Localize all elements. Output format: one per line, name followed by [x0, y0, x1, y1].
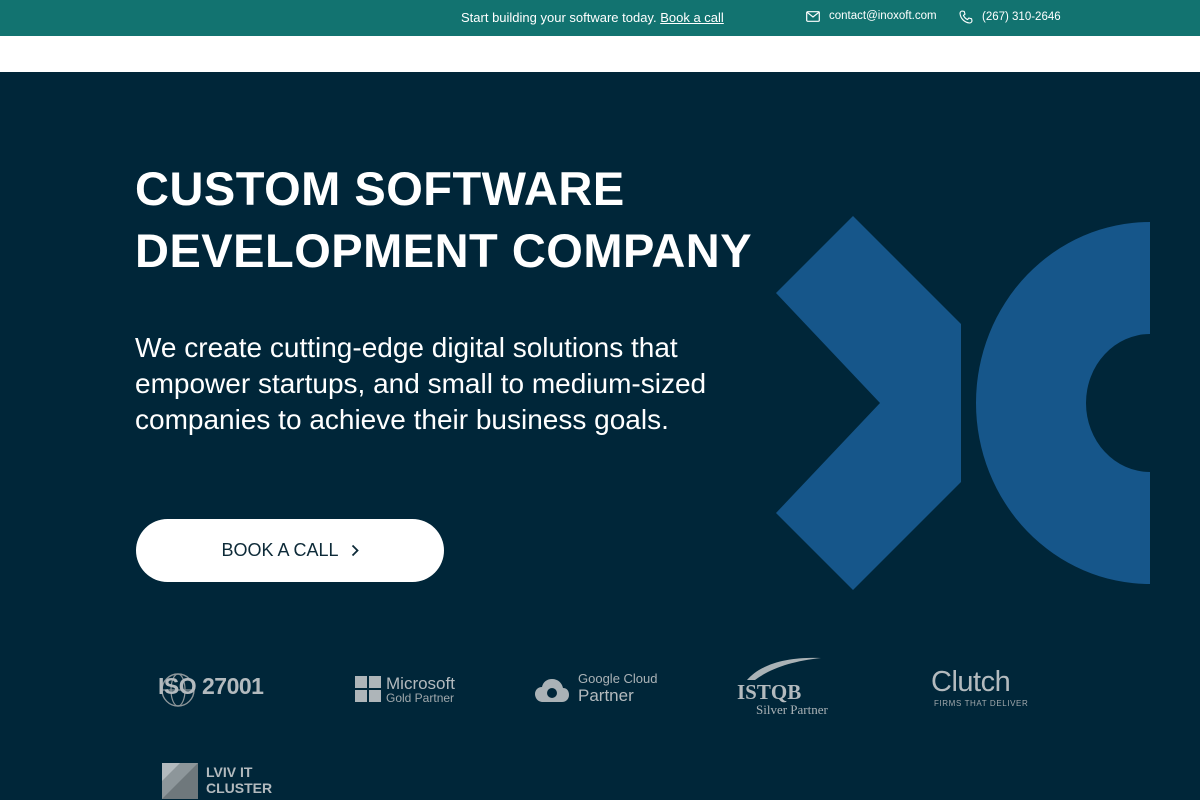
- hero-section: CUSTOM SOFTWARE DEVELOPMENT COMPANY We c…: [0, 72, 1200, 800]
- cluster-diamond-icon: [162, 763, 198, 799]
- clutch-logo-subtext: FIRMS THAT DELIVER: [934, 699, 1029, 708]
- google-cloud-logo-text: Google Cloud: [578, 671, 658, 686]
- top-announcement-bar: Start building your software today. Book…: [0, 0, 1200, 36]
- book-a-call-label: BOOK A CALL: [221, 540, 339, 560]
- phone-number: (267) 310-2646: [982, 11, 1061, 23]
- email-contact-link[interactable]: contact@inoxoft.com: [806, 10, 937, 22]
- email-address: contact@inoxoft.com: [829, 10, 937, 22]
- iso-27001-logo: ISO 27001: [158, 670, 273, 710]
- windows-grid-icon: [355, 676, 381, 702]
- google-cloud-partner-logo: Google Cloud Partner: [534, 670, 664, 710]
- hero-subtitle: We create cutting-edge digital solutions…: [135, 332, 707, 435]
- clutch-logo-text: Clutch: [931, 666, 1011, 698]
- phone-contact-link[interactable]: (267) 310-2646: [959, 10, 1061, 24]
- iso-logo-text: ISO 27001: [158, 673, 264, 699]
- lviv-logo-subtext: CLUSTER: [206, 780, 273, 796]
- promo-text: Start building your software today. Book…: [461, 10, 724, 25]
- promo-message: Start building your software today.: [461, 10, 657, 25]
- brand-x-shape: [776, 216, 1150, 590]
- istqb-logo-subtext: Silver Partner: [756, 702, 828, 717]
- microsoft-logo-subtext: Gold Partner: [386, 691, 455, 705]
- google-cloud-logo-subtext: Partner: [578, 686, 634, 705]
- book-a-call-button[interactable]: BOOK A CALL: [136, 519, 444, 582]
- navigation-bar: [0, 36, 1200, 72]
- chevron-right-icon: [351, 544, 359, 557]
- lviv-logo-text: LVIV IT: [206, 764, 253, 780]
- hero-title: CUSTOM SOFTWARE DEVELOPMENT COMPANY: [135, 158, 835, 282]
- hero-title-line-1: CUSTOM SOFTWARE: [135, 162, 625, 215]
- hero-title-line-2: DEVELOPMENT COMPANY: [135, 224, 753, 277]
- istqb-silver-partner-logo: ISTQB Silver Partner: [737, 656, 837, 720]
- phone-icon: [959, 10, 973, 24]
- google-cloud-icon: [535, 679, 569, 702]
- envelope-icon: [806, 10, 820, 22]
- lviv-it-cluster-logo: LVIV IT CLUSTER: [162, 763, 282, 800]
- book-a-call-link[interactable]: Book a call: [660, 10, 724, 25]
- clutch-logo: Clutch FIRMS THAT DELIVER: [931, 666, 1031, 712]
- swoosh-icon: [747, 657, 821, 680]
- microsoft-gold-partner-logo: Microsoft Gold Partner: [355, 674, 465, 706]
